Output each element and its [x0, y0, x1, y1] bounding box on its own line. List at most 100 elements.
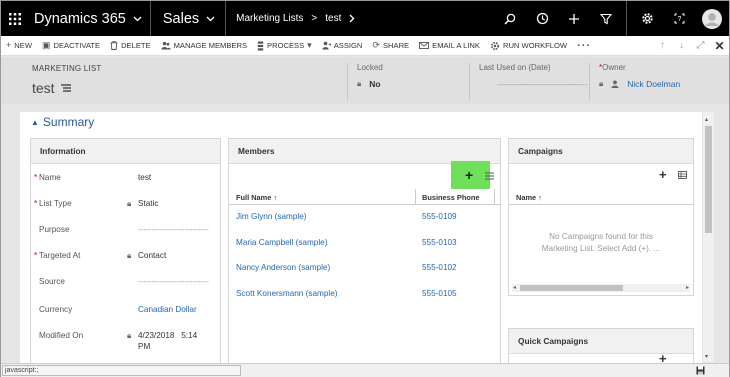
breadcrumb-record[interactable]: test [325, 13, 341, 24]
field-label-text: Currency [39, 305, 73, 314]
area-switcher[interactable]: Sales [151, 1, 227, 36]
field-value[interactable]: test [138, 173, 151, 182]
process-button[interactable]: PROCESS ▾ [252, 36, 317, 56]
assign-button[interactable]: ASSIGN [317, 36, 368, 56]
field-label: Purpose [39, 225, 70, 234]
scroll-down-icon[interactable]: ▾ [705, 353, 708, 360]
deactivate-button[interactable]: ▣ DEACTIVATE [37, 36, 105, 56]
delete-button[interactable]: DELETE [105, 36, 156, 56]
scroll-right-icon[interactable]: ▸ [686, 284, 689, 292]
breadcrumb-separator: > [311, 13, 318, 24]
run-workflow-button-label: RUN WORKFLOW [502, 41, 568, 50]
more-commands-icon[interactable]: ··· [572, 36, 596, 56]
assign-icon [322, 41, 331, 50]
scrollbar-thumb[interactable] [705, 126, 712, 233]
email-link-button[interactable]: EMAIL A LINK [414, 36, 485, 56]
member-row[interactable]: Maria Campbell (sample) 555-0103 [229, 233, 500, 255]
member-phone-link[interactable]: 555-0109 [422, 212, 457, 221]
members-grid-header: Full Name ↑ Business Phone [229, 189, 500, 205]
history-icon[interactable] [526, 1, 558, 36]
summary-title: Summary [42, 115, 95, 129]
new-record-icon[interactable] [558, 1, 590, 36]
share-button-label: SHARE [382, 41, 410, 50]
manage-members-button[interactable]: MANAGE MEMBERS [156, 36, 252, 56]
member-row[interactable]: Scott Konersmann (sample) 555-0105 [229, 284, 500, 306]
run-workflow-button[interactable]: RUN WORKFLOW [485, 36, 572, 56]
owner-value[interactable]: Nick Doelman [627, 79, 680, 89]
field-value[interactable]: 4/23/2018 5:14 [138, 331, 197, 340]
lock-icon: 🔒︎ [357, 79, 362, 88]
lock-icon: 🔒︎ [127, 251, 132, 260]
filter-icon[interactable] [590, 1, 622, 36]
add-campaign-icon[interactable]: + [659, 167, 667, 182]
vertical-scrollbar[interactable]: ▴ ▾ [703, 112, 714, 362]
add-quick-campaign-icon[interactable]: + [659, 352, 667, 365]
member-phone-link[interactable]: 555-0105 [422, 289, 457, 298]
member-name-link[interactable]: Maria Campbell (sample) [236, 238, 327, 247]
collapse-icon[interactable]: ▲ [31, 118, 39, 127]
field-value[interactable]: -------------------------- [138, 225, 209, 234]
manage-members-button-label: MANAGE MEMBERS [173, 41, 248, 50]
form-selector-icon[interactable] [60, 84, 71, 92]
header-field-last-used: Last Used on (Date) --------------------… [469, 63, 588, 101]
delete-button-label: DELETE [121, 41, 151, 50]
empty-message-line-1: No Campaigns found for this [549, 232, 653, 241]
new-button[interactable]: + NEW [1, 36, 37, 56]
app-switcher[interactable]: Dynamics 365 [29, 1, 151, 36]
pop-out-icon[interactable]: ⤢ [691, 40, 710, 51]
header-field-locked: Locked 🔒︎ No [347, 63, 466, 101]
chevron-down-icon: ▾ [307, 40, 312, 50]
field-label: * Targeted At [34, 251, 81, 260]
col-full-name[interactable]: Full Name ↑ [236, 193, 277, 202]
col-business-phone[interactable]: Business Phone [422, 193, 480, 202]
member-row[interactable]: Jim Glynn (sample) 555-0109 [229, 207, 500, 229]
add-member-icon[interactable]: + [465, 167, 473, 183]
member-row[interactable]: Nancy Anderson (sample) 555-0102 [229, 258, 500, 280]
field-label-text: Source [39, 277, 65, 286]
app-launcher-icon[interactable] [1, 1, 29, 36]
field-value[interactable]: -------------------------- [138, 277, 209, 286]
field-label-text: Targeted At [39, 251, 81, 260]
grid-view-icon[interactable] [678, 171, 687, 179]
help-icon[interactable]: ? [663, 1, 695, 36]
member-phone-link[interactable]: 555-0103 [422, 238, 457, 247]
member-name-link[interactable]: Scott Konersmann (sample) [236, 289, 337, 298]
field-label: Source [39, 277, 65, 286]
field-value[interactable]: Canadian Dollar [138, 305, 197, 314]
chevron-down-icon [206, 16, 215, 21]
summary-section-header[interactable]: ▲ Summary [20, 112, 702, 132]
avatar[interactable] [695, 1, 729, 36]
quick-campaigns-panel: Quick Campaigns + [508, 328, 694, 365]
field-value[interactable]: Contact [138, 251, 166, 260]
member-name-link[interactable]: Jim Glynn (sample) [236, 212, 307, 221]
lock-icon: 🔒︎ [127, 199, 132, 208]
header-field-owner: *Owner 🔒︎ Nick Doelman [589, 63, 719, 101]
col-name[interactable]: Name ↑ [516, 193, 542, 202]
scroll-left-icon[interactable]: ◂ [513, 284, 516, 292]
process-icon [257, 41, 264, 51]
email-link-button-label: EMAIL A LINK [432, 41, 480, 50]
field-value[interactable]: Static [138, 199, 158, 208]
breadcrumb-marketing-lists[interactable]: Marketing Lists [236, 13, 303, 24]
horizontal-scrollbar[interactable]: ◂ ▸ [512, 284, 690, 292]
member-name-link[interactable]: Nancy Anderson (sample) [236, 263, 330, 272]
share-button[interactable]: ⟳ SHARE [367, 36, 414, 56]
campaigns-panel: Campaigns + Name ↑ No Campaigns found fo… [508, 138, 694, 296]
arrow-up-icon[interactable]: ↑ [653, 40, 672, 51]
search-icon[interactable] [494, 1, 526, 36]
save-icon[interactable] [696, 366, 705, 375]
locked-value: No [369, 79, 381, 89]
arrow-down-icon[interactable]: ↓ [672, 40, 691, 51]
scrollbar-thumb[interactable] [520, 285, 623, 291]
status-bar: javascript:; [1, 363, 729, 377]
locked-label: Locked [357, 63, 383, 72]
close-icon[interactable]: ✕ [710, 39, 729, 53]
required-marker: * [34, 173, 38, 182]
chevron-right-icon[interactable] [349, 14, 355, 23]
required-marker: * [34, 199, 38, 208]
settings-gear-icon[interactable] [631, 1, 663, 36]
grid-view-icon[interactable] [485, 172, 494, 180]
scroll-up-icon[interactable]: ▴ [705, 116, 708, 123]
field-label: Modified On [39, 331, 83, 340]
member-phone-link[interactable]: 555-0102 [422, 263, 457, 272]
